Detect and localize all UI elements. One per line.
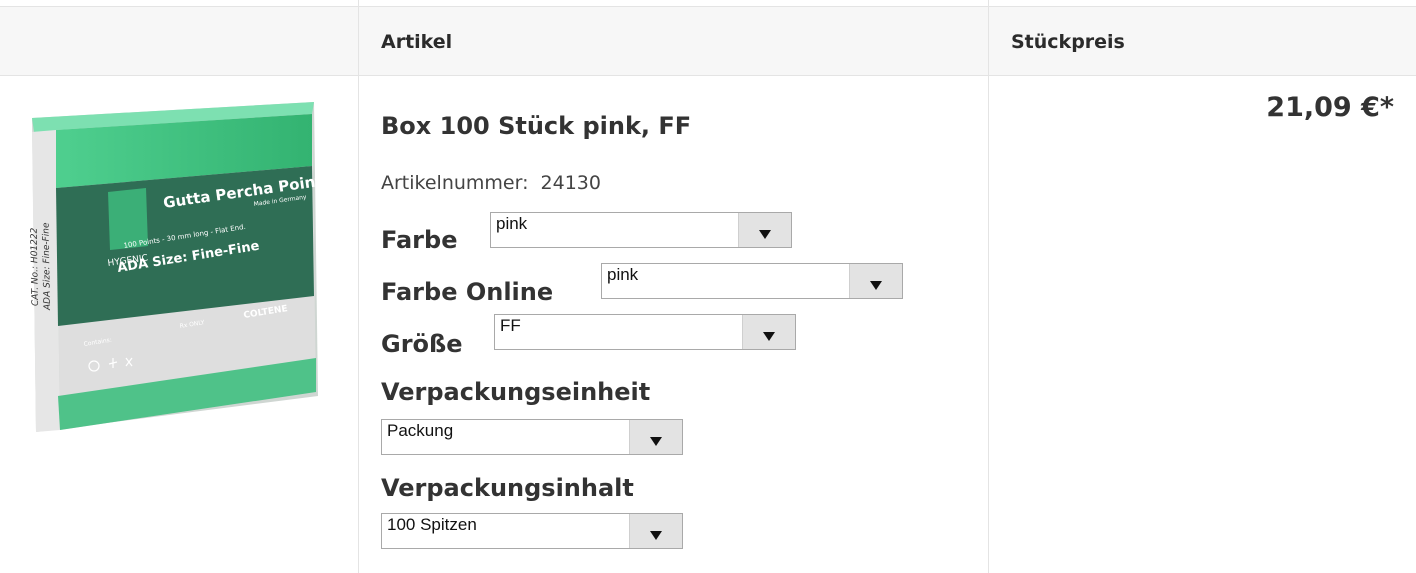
verpackungseinheit-select-button[interactable]	[629, 420, 682, 454]
option-label-farbe: Farbe	[381, 226, 458, 254]
table-header-row	[0, 7, 1416, 75]
product-image[interactable]: Gutta Percha Points Made in Germany HYGE…	[14, 96, 332, 436]
image-text-side-size: ADA Size: Fine-Fine	[41, 222, 53, 311]
chevron-down-icon	[870, 281, 882, 290]
farbe-online-select[interactable]: pink	[601, 263, 903, 299]
farbe-select-value: pink	[496, 214, 528, 233]
groesse-select-value: FF	[500, 316, 521, 335]
chevron-down-icon	[650, 531, 662, 540]
option-label-verpackungsinhalt: Verpackungsinhalt	[381, 474, 634, 502]
article-number: Artikelnummer: 24130	[381, 172, 601, 194]
farbe-select[interactable]: pink	[490, 212, 792, 248]
option-label-farbe-online: Farbe Online	[381, 278, 554, 306]
table-header-divider	[0, 75, 1416, 76]
option-label-verpackungseinheit: Verpackungseinheit	[381, 378, 651, 406]
farbe-online-select-button[interactable]	[849, 264, 902, 298]
article-number-value: 24130	[540, 172, 601, 194]
groesse-select-button[interactable]	[742, 315, 795, 349]
table-border-top	[0, 6, 1416, 7]
article-number-label: Artikelnummer:	[381, 172, 529, 194]
verpackungseinheit-select-value: Packung	[387, 421, 454, 440]
farbe-online-select-value: pink	[607, 265, 639, 284]
image-text-cat: CAT. No.: H01222	[30, 227, 41, 306]
column-divider-image	[358, 0, 359, 573]
verpackungsinhalt-select-button[interactable]	[629, 514, 682, 548]
product-title[interactable]: Box 100 Stück pink, FF	[381, 112, 691, 140]
chevron-down-icon	[763, 332, 775, 341]
column-header-price: Stückpreis	[1011, 31, 1125, 53]
chevron-down-icon	[759, 230, 771, 239]
groesse-select[interactable]: FF	[494, 314, 796, 350]
verpackungseinheit-select[interactable]: Packung	[381, 419, 683, 455]
verpackungsinhalt-select-value: 100 Spitzen	[387, 515, 477, 534]
unit-price: 21,09 €*	[1266, 92, 1394, 123]
column-divider-price	[988, 0, 989, 573]
verpackungsinhalt-select[interactable]: 100 Spitzen	[381, 513, 683, 549]
option-label-groesse: Größe	[381, 330, 463, 358]
chevron-down-icon	[650, 437, 662, 446]
column-header-article: Artikel	[381, 31, 453, 53]
farbe-select-button[interactable]	[738, 213, 791, 247]
